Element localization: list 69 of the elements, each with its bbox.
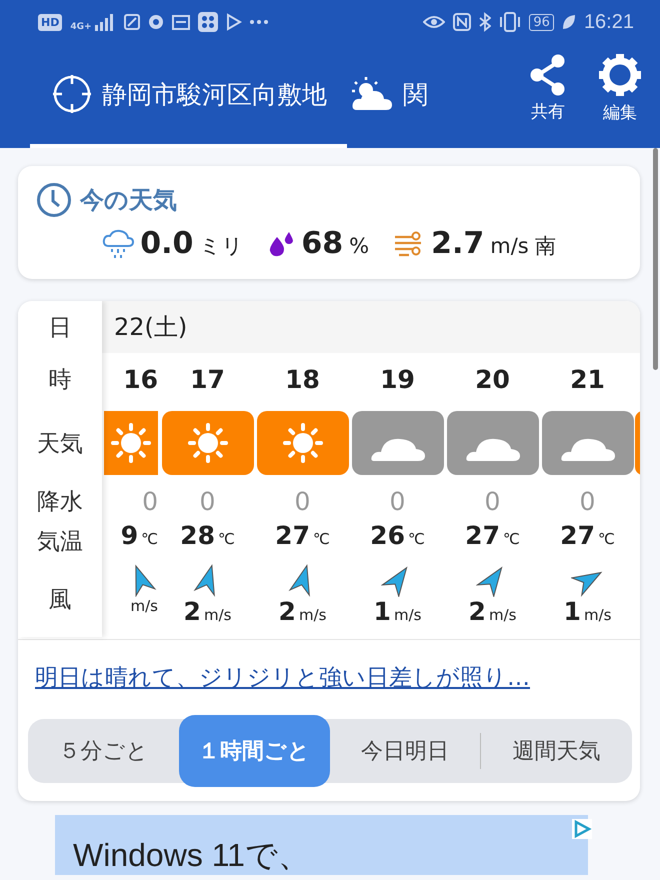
calendar-icon	[172, 14, 190, 30]
browser-icon	[148, 14, 164, 30]
hour-label: 21	[570, 364, 605, 396]
row-label: 天気	[37, 430, 83, 458]
network-label: 4G+	[70, 22, 92, 32]
hour-label: 19	[380, 364, 415, 396]
ad-text: Windows 11で、	[73, 836, 310, 875]
row-label: 日	[48, 314, 72, 342]
wind-value: 2.7	[431, 226, 484, 261]
more-icon	[250, 20, 268, 24]
wind-speed: 1 m/s	[564, 597, 612, 628]
wind-speed: m/s	[130, 597, 158, 617]
precipitation-value: 0	[200, 486, 216, 518]
hour-label: 16	[123, 364, 158, 396]
row-label: 風	[48, 586, 72, 614]
eye-icon	[423, 15, 446, 29]
precipitation-value: 0	[142, 486, 158, 518]
play-icon	[226, 13, 242, 31]
forecast-link[interactable]: 明日は晴れて、ジリジリと強い日差しが照り…	[35, 662, 530, 693]
precipitation-value: 0	[580, 486, 596, 518]
temperature-value: 27℃	[465, 521, 520, 552]
clock-icon	[36, 182, 72, 218]
wind-unit: m/s	[490, 234, 529, 258]
view-tab[interactable]: ５分ごと	[28, 715, 179, 787]
ad-choices-icon[interactable]	[572, 819, 592, 839]
hour-label: 17	[190, 364, 225, 396]
vibrate-icon	[499, 12, 522, 32]
wind-direction: 南	[534, 233, 556, 260]
temperature-value: 27℃	[560, 521, 615, 552]
settings-icon	[598, 52, 642, 96]
view-tab[interactable]: 週間天気	[481, 715, 632, 787]
temperature-value: 26℃	[370, 521, 425, 552]
temperature-value: 9℃	[120, 521, 158, 552]
droplets-icon	[267, 230, 296, 256]
precipitation-value: 0	[390, 486, 406, 518]
row-label: 時	[48, 366, 72, 394]
wind-speed: 2 m/s	[468, 597, 516, 628]
row-label: 気温	[37, 528, 83, 556]
battery-indicator: 96	[529, 14, 554, 30]
hd-badge: HD	[38, 14, 62, 30]
temperature-value: 28℃	[180, 521, 235, 552]
temperature-value: 27℃	[275, 521, 330, 552]
rain-cloud-icon	[102, 228, 134, 258]
share-button[interactable]: 共有	[524, 28, 572, 148]
wind-speed: 2 m/s	[278, 597, 326, 628]
leaf-icon	[562, 14, 576, 30]
wind-speed: 1 m/s	[374, 597, 422, 628]
nfc-icon	[453, 13, 472, 31]
location-tab[interactable]: 静岡市駿河区向敷地	[30, 44, 347, 148]
humidity-unit: %	[349, 234, 370, 258]
date-label: 22(土)	[114, 312, 188, 343]
crosshair-icon	[52, 74, 92, 114]
bluetooth-icon	[479, 12, 492, 32]
location-tab[interactable]: 関	[347, 44, 441, 148]
signal-icon	[94, 12, 116, 32]
rain-value: 0.0	[140, 226, 194, 261]
apps-icon	[198, 12, 218, 32]
row-label: 降水	[37, 488, 83, 516]
precipitation-value: 0	[294, 486, 310, 518]
humidity-value: 68	[301, 226, 344, 261]
hour-label: 18	[285, 364, 320, 396]
app-icon	[124, 14, 140, 30]
rain-unit: ミリ	[199, 233, 244, 260]
partly-sunny-icon	[351, 76, 393, 112]
hour-label: 20	[475, 364, 510, 396]
section-title: 今の天気	[80, 185, 177, 216]
precipitation-value: 0	[484, 486, 500, 518]
wind-speed: 2 m/s	[184, 597, 232, 628]
view-tab[interactable]: 今日明日	[330, 715, 480, 787]
